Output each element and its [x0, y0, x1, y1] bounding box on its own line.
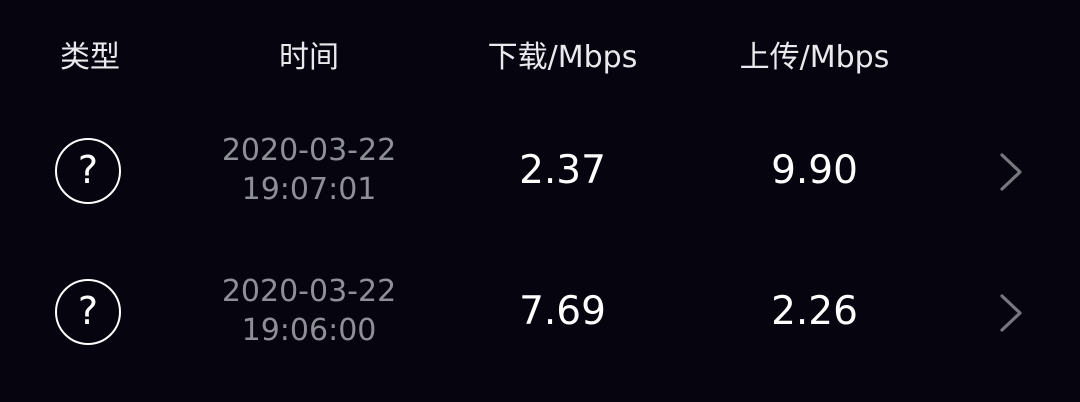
test-time: 19:06:00 [241, 313, 377, 348]
chevron-right-icon[interactable] [995, 291, 1027, 335]
test-timestamp: 2020-03-22 19:06:00 [208, 272, 410, 350]
question-mark-circle-icon: ? [55, 279, 121, 345]
history-table-header: 类型 时间 下载/Mbps 上传/Mbps [0, 34, 1080, 82]
history-row[interactable]: ? 2020-03-22 19:06:00 7.69 2.26 [0, 255, 1080, 375]
history-row[interactable]: ? 2020-03-22 19:07:01 2.37 9.90 [0, 114, 1080, 234]
question-mark-circle-icon: ? [55, 138, 121, 204]
test-timestamp: 2020-03-22 19:07:01 [208, 131, 410, 209]
upload-speed-value: 9.90 [771, 148, 858, 193]
download-speed-value: 7.69 [519, 289, 606, 334]
test-date: 2020-03-22 [221, 133, 397, 168]
download-column-header: 下载/Mbps [487, 40, 638, 75]
speed-test-history-screen: 类型 时间 下载/Mbps 上传/Mbps ? 2020-03-22 19:07… [0, 0, 1080, 402]
upload-column-header: 上传/Mbps [739, 40, 890, 75]
test-time: 19:07:01 [241, 172, 377, 207]
test-date: 2020-03-22 [221, 274, 397, 309]
time-column-header: 时间 [279, 40, 339, 75]
chevron-right-icon[interactable] [995, 150, 1027, 194]
type-column-header: 类型 [60, 40, 120, 75]
download-speed-value: 2.37 [519, 148, 606, 193]
upload-speed-value: 2.26 [771, 289, 858, 334]
